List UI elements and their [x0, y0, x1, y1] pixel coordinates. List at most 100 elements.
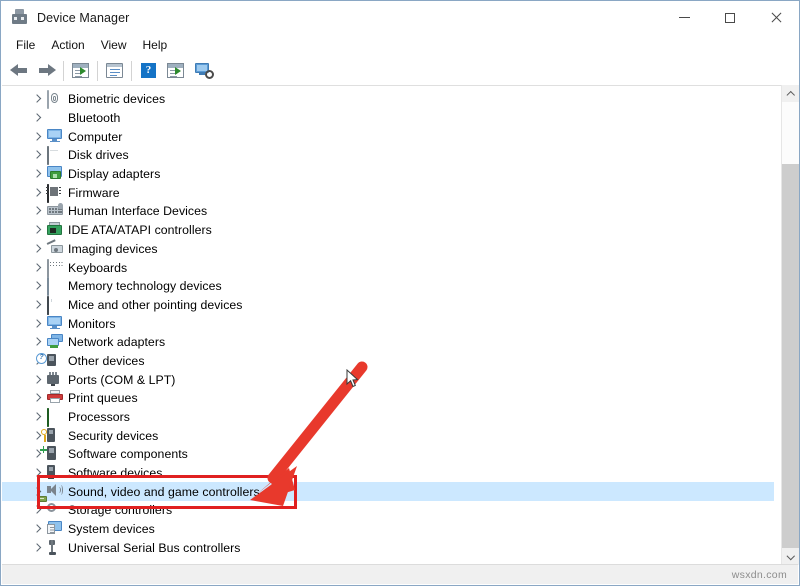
menu-view[interactable]: View [93, 36, 135, 54]
chevron-right-icon[interactable] [32, 282, 41, 291]
tree-item[interactable]: Memory technology devices [2, 277, 774, 296]
tree-item-label: Software devices [68, 466, 162, 480]
tree-item[interactable]: Network adapters [2, 333, 774, 352]
chevron-right-icon[interactable] [32, 319, 41, 328]
properties-button[interactable] [101, 58, 128, 83]
tree-item[interactable]: Monitors [2, 314, 774, 333]
memory-technology-icon [47, 278, 63, 294]
scrollbar-thumb[interactable] [782, 102, 799, 164]
chevron-right-icon[interactable] [32, 207, 41, 216]
tree-item[interactable]: Security devices [2, 426, 774, 445]
storage-controller-icon [47, 502, 63, 518]
window-controls [661, 1, 799, 34]
chevron-right-icon[interactable] [32, 300, 41, 309]
chevron-right-icon[interactable] [32, 132, 41, 141]
menu-help[interactable]: Help [135, 36, 176, 54]
software-component-icon [47, 446, 63, 462]
tree-item[interactable]: Software components [2, 445, 774, 464]
tree-item[interactable]: Storage controllers [2, 501, 774, 520]
tree-item[interactable]: System devices [2, 520, 774, 539]
scroll-up-button[interactable] [782, 85, 799, 102]
console-tree-icon [72, 63, 89, 78]
chevron-right-icon[interactable] [32, 151, 41, 160]
tree-item[interactable]: Software devices [2, 464, 774, 483]
tree-item[interactable]: Biometric devices [2, 90, 774, 109]
tree-item[interactable]: Universal Serial Bus controllers [2, 539, 774, 558]
tree-item[interactable]: Imaging devices [2, 240, 774, 259]
update-driver-button[interactable] [162, 58, 189, 83]
tree-item-label: Disk drives [68, 148, 129, 162]
help-button[interactable]: ? [135, 58, 162, 83]
maximize-button[interactable] [707, 1, 753, 34]
tree-item[interactable]: Bluetooth [2, 109, 774, 128]
chevron-right-icon[interactable] [32, 375, 41, 384]
chevron-right-icon[interactable] [32, 170, 41, 179]
forward-arrow-icon [37, 63, 56, 78]
chevron-right-icon[interactable] [32, 543, 41, 552]
chevron-right-icon[interactable] [32, 95, 41, 104]
chevron-right-icon[interactable] [32, 469, 41, 478]
tree-item-label: Display adapters [68, 167, 160, 181]
tree-item[interactable]: Mice and other pointing devices [2, 296, 774, 315]
chevron-right-icon[interactable] [32, 338, 41, 347]
scroll-down-button[interactable] [782, 548, 799, 565]
minimize-icon [679, 17, 690, 18]
chevron-right-icon[interactable] [32, 487, 41, 496]
scrollbar-track-lower[interactable] [782, 164, 799, 548]
firmware-chip-icon [47, 185, 63, 201]
tree-item-label: Other devices [68, 354, 145, 368]
tree-item[interactable]: Sound, video and game controllers [2, 482, 774, 501]
scrollbar-track[interactable] [782, 102, 798, 548]
disk-drive-icon [47, 147, 63, 163]
scan-hardware-changes-button[interactable] [189, 58, 219, 83]
tree-item[interactable]: Ports (COM & LPT) [2, 370, 774, 389]
back-arrow-icon [10, 63, 29, 78]
tree-item-label: Imaging devices [68, 242, 158, 256]
chevron-right-icon[interactable] [32, 431, 41, 440]
tree-item-label: Storage controllers [68, 503, 172, 517]
tree-item-label: Memory technology devices [68, 279, 222, 293]
close-button[interactable] [753, 1, 799, 34]
tree-item[interactable]: ?Other devices [2, 352, 774, 371]
forward-button[interactable] [33, 58, 60, 83]
menu-file[interactable]: File [8, 36, 43, 54]
tree-item[interactable]: Display adapters [2, 165, 774, 184]
device-tree: Biometric devicesBluetoothComputer Disk d… [2, 90, 774, 557]
tree-item-label: System devices [68, 522, 155, 536]
chevron-right-icon[interactable] [32, 525, 41, 534]
vertical-scrollbar[interactable] [781, 85, 798, 565]
chevron-right-icon[interactable] [32, 263, 41, 272]
tree-item[interactable]: Processors [2, 408, 774, 427]
show-hide-console-tree-button[interactable] [67, 58, 94, 83]
keyboard-icon [47, 260, 63, 276]
chevron-right-icon[interactable] [32, 188, 41, 197]
device-tree-panel: Biometric devicesBluetoothComputer Disk d… [2, 85, 798, 565]
tree-item[interactable]: Print queues [2, 389, 774, 408]
tree-item[interactable]: IDE ATA/ATAPI controllers [2, 221, 774, 240]
chevron-right-icon[interactable] [32, 244, 41, 253]
tree-item[interactable]: Disk drives [2, 146, 774, 165]
security-device-icon [47, 428, 63, 444]
tree-item-label: Mice and other pointing devices [68, 298, 243, 312]
tree-item[interactable]: Computer [2, 127, 774, 146]
tree-item[interactable]: Keyboards [2, 258, 774, 277]
tree-item[interactable]: Firmware [2, 183, 774, 202]
computer-icon [47, 129, 63, 145]
help-question-icon: ? [141, 63, 156, 78]
chevron-right-icon[interactable] [32, 506, 41, 515]
chevron-right-icon[interactable] [32, 413, 41, 422]
minimize-button[interactable] [661, 1, 707, 34]
chevron-up-icon [787, 90, 794, 97]
chevron-right-icon[interactable] [32, 114, 41, 123]
update-driver-icon [167, 63, 184, 78]
menu-action[interactable]: Action [43, 36, 92, 54]
properties-icon [106, 63, 123, 78]
maximize-icon [725, 13, 735, 23]
toolbar-separator [63, 61, 64, 81]
tree-item-label: Keyboards [68, 261, 127, 275]
chevron-right-icon[interactable] [32, 226, 41, 235]
usb-controller-icon [47, 540, 63, 556]
back-button[interactable] [6, 58, 33, 83]
tree-item[interactable]: Human Interface Devices [2, 202, 774, 221]
chevron-right-icon[interactable] [32, 394, 41, 403]
